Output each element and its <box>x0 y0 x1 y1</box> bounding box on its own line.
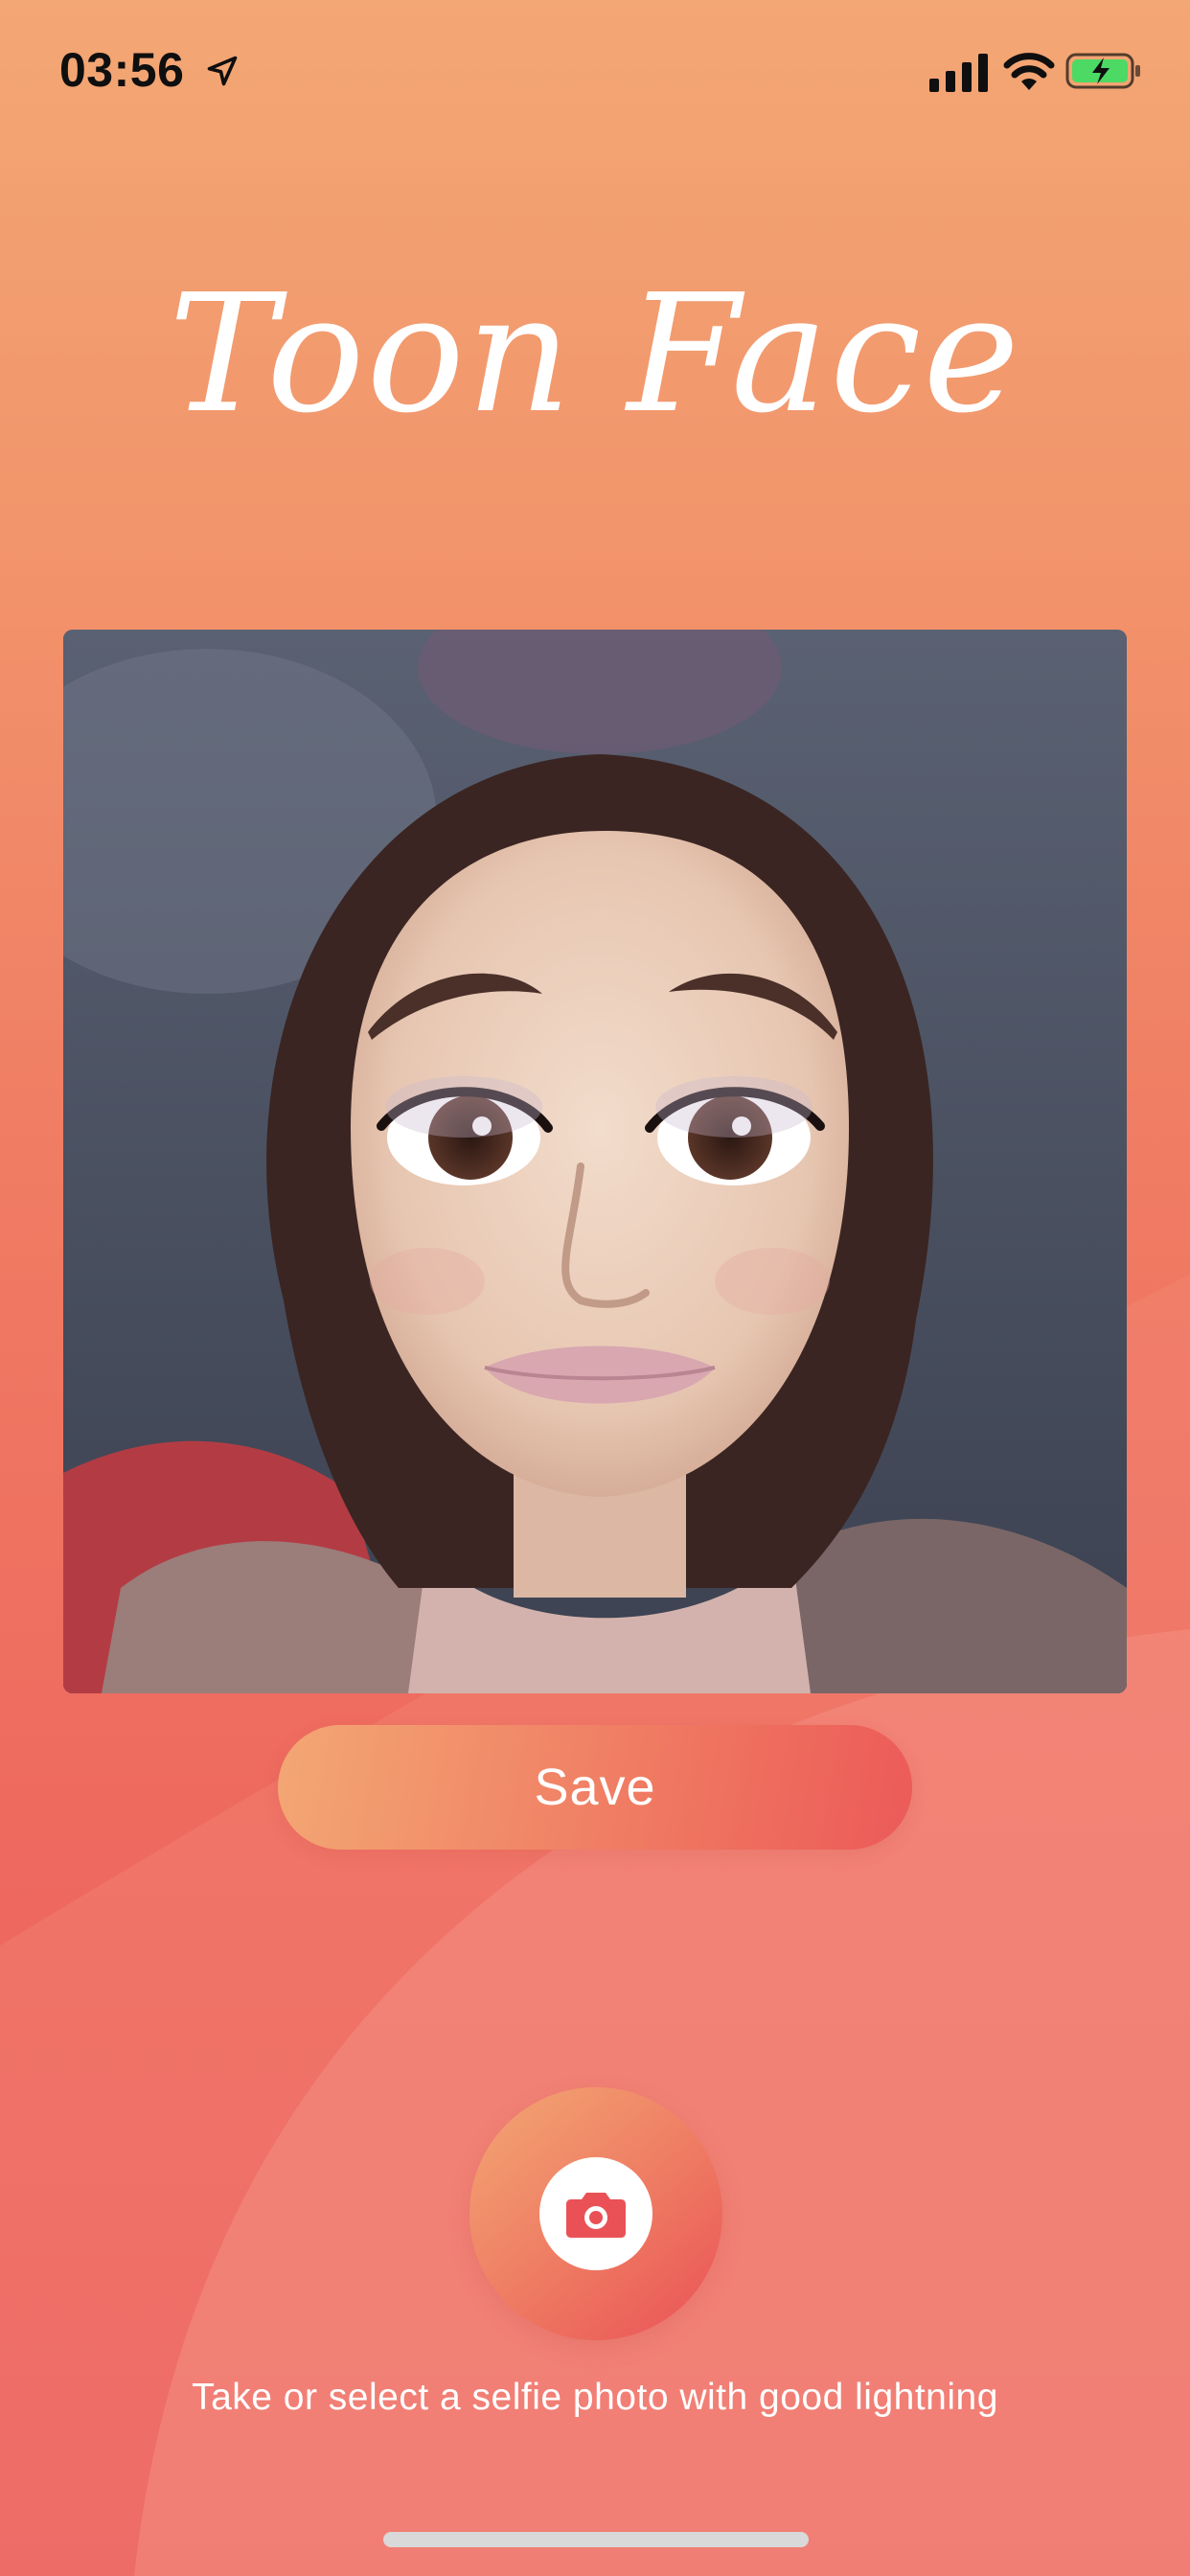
save-button[interactable]: Save <box>278 1725 912 1850</box>
app-screen: 03:56 Toon Face Save Take or select a se… <box>0 0 1190 2576</box>
location-arrow-icon <box>207 56 238 86</box>
camera-icon <box>566 2193 626 2238</box>
cartoon-selfie-image <box>63 630 1127 1693</box>
status-time: 03:56 <box>59 43 185 97</box>
wifi-icon <box>1003 53 1055 90</box>
home-indicator[interactable] <box>383 2532 809 2547</box>
cellular-signal-icon <box>929 54 988 92</box>
camera-button-inner <box>539 2157 652 2270</box>
app-title: Toon Face <box>169 260 1021 449</box>
battery-charging-icon <box>1065 53 1140 89</box>
status-bar: 03:56 <box>0 0 1190 144</box>
hint-text: Take or select a selfie photo with good … <box>192 2377 998 2418</box>
camera-button[interactable] <box>469 2087 722 2340</box>
